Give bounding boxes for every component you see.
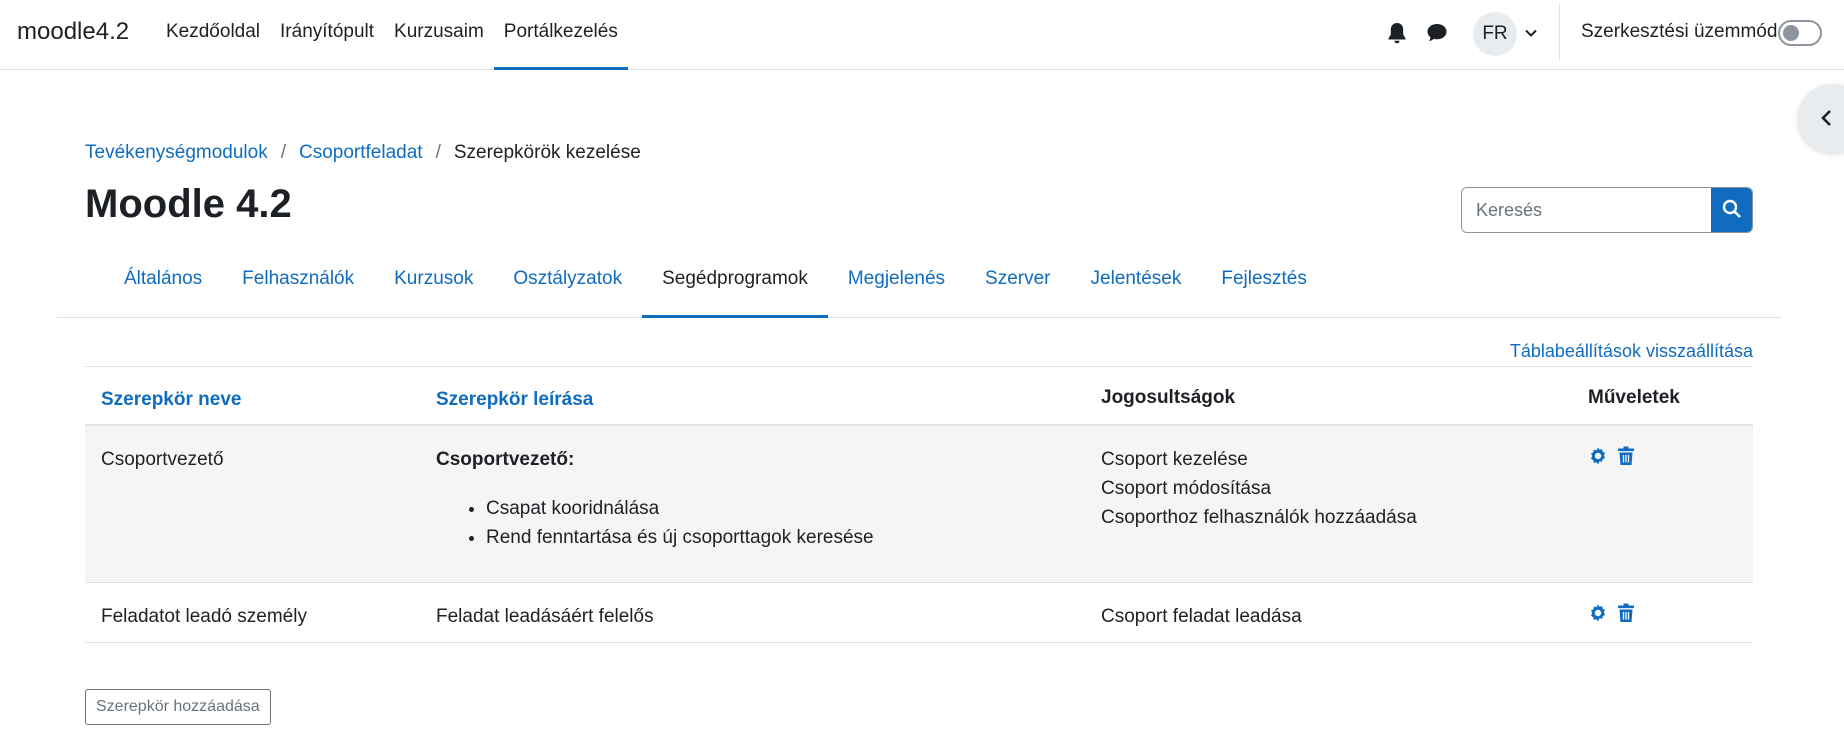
edit-mode-label: Szerkesztési üzemmód: [1581, 21, 1778, 42]
breadcrumb-group-assignment[interactable]: Csoportfeladat: [299, 142, 423, 164]
trash-icon[interactable]: [1617, 446, 1635, 466]
permission-item: Csoporthoz felhasználók hozzáadása: [1101, 507, 1417, 528]
tab-appearance[interactable]: Megjelenés: [828, 255, 965, 318]
gear-icon[interactable]: [1588, 603, 1608, 623]
admin-search: [1461, 187, 1753, 233]
edit-mode-toggle[interactable]: [1778, 20, 1822, 46]
chevron-left-icon: [1821, 110, 1831, 126]
row-actions: [1588, 603, 1635, 623]
breadcrumb: Tevékenységmodulok / Csoportfeladat / Sz…: [85, 142, 641, 164]
page-title: Moodle 4.2: [85, 182, 292, 226]
reset-table-preferences-link[interactable]: Táblabeállítások visszaállítása: [1510, 341, 1753, 362]
tab-server[interactable]: Szerver: [965, 255, 1070, 318]
tab-development[interactable]: Fejlesztés: [1201, 255, 1327, 318]
header-actions: Műveletek: [1588, 387, 1680, 408]
chat-icon[interactable]: [1425, 21, 1449, 45]
breadcrumb-separator: /: [280, 142, 286, 163]
role-permissions: Csoport kezelése Csoport módosítása Csop…: [1101, 445, 1417, 532]
breadcrumb-separator: /: [435, 142, 441, 163]
role-permissions: Csoport feladat leadása: [1101, 602, 1302, 631]
permission-item: Csoport kezelése: [1101, 449, 1248, 470]
nav-item-home[interactable]: Kezdőoldal: [156, 0, 270, 70]
top-navbar: moodle4.2 Kezdőoldal Irányítópult Kurzus…: [0, 0, 1844, 70]
search-input[interactable]: [1462, 188, 1712, 232]
tab-courses[interactable]: Kurzusok: [374, 255, 493, 318]
header-role-name[interactable]: Szerepkör neve: [101, 389, 241, 411]
drawer-open-button[interactable]: [1798, 84, 1844, 152]
tab-users[interactable]: Felhasználók: [222, 255, 374, 318]
tab-general[interactable]: Általános: [104, 255, 222, 318]
table-row: Csoportvezető Csoportvezető: Csapat koor…: [85, 426, 1753, 583]
admin-tabs: Általános Felhasználók Kurzusok Osztályz…: [57, 255, 1782, 318]
nav-item-my-courses[interactable]: Kurzusaim: [384, 0, 494, 70]
search-icon: [1722, 199, 1741, 218]
table-header: Szerepkör neve Szerepkör leírása Jogosul…: [85, 367, 1753, 426]
tab-reports[interactable]: Jelentések: [1071, 255, 1202, 318]
breadcrumb-activity-modules[interactable]: Tevékenységmodulok: [85, 142, 268, 164]
list-item: Csapat kooridnálása: [486, 494, 874, 523]
role-name: Csoportvezető: [101, 449, 224, 470]
tab-plugins[interactable]: Segédprogramok: [642, 255, 828, 318]
primary-navigation: Kezdőoldal Irányítópult Kurzusaim Portál…: [156, 0, 628, 70]
user-avatar[interactable]: FR: [1473, 12, 1517, 56]
role-description: Csoportvezető: Csapat kooridnálása Rend …: [436, 445, 874, 552]
description-title: Csoportvezető:: [436, 449, 575, 470]
permission-item: Csoport módosítása: [1101, 478, 1272, 499]
table-row: Feladatot leadó személy Feladat leadásáé…: [85, 583, 1753, 643]
row-actions: [1588, 446, 1635, 466]
roles-table: Szerepkör neve Szerepkör leírása Jogosul…: [85, 366, 1753, 643]
site-brand[interactable]: moodle4.2: [17, 18, 129, 46]
role-name: Feladatot leadó személy: [101, 606, 307, 627]
toggle-knob: [1783, 25, 1799, 41]
description-list: Csapat kooridnálása Rend fenntartása és …: [436, 494, 874, 552]
tab-grades[interactable]: Osztályzatok: [493, 255, 642, 318]
list-item: Rend fenntartása és új csoporttagok kere…: [486, 523, 874, 552]
navbar-divider: [1559, 4, 1560, 60]
header-permissions: Jogosultságok: [1101, 387, 1236, 408]
header-role-description[interactable]: Szerepkör leírása: [436, 389, 593, 411]
breadcrumb-current: Szerepkörök kezelése: [453, 142, 641, 163]
gear-icon[interactable]: [1588, 446, 1608, 466]
nav-item-dashboard[interactable]: Irányítópult: [270, 0, 384, 70]
role-description: Feladat leadásáért felelős: [436, 606, 654, 627]
nav-item-site-admin[interactable]: Portálkezelés: [493, 0, 628, 70]
trash-icon[interactable]: [1617, 603, 1635, 623]
chevron-down-icon[interactable]: [1524, 26, 1538, 40]
permission-item: Csoport feladat leadása: [1101, 606, 1302, 627]
search-button[interactable]: [1711, 188, 1752, 232]
bell-icon[interactable]: [1386, 21, 1408, 45]
add-role-button[interactable]: Szerepkör hozzáadása: [85, 689, 271, 725]
